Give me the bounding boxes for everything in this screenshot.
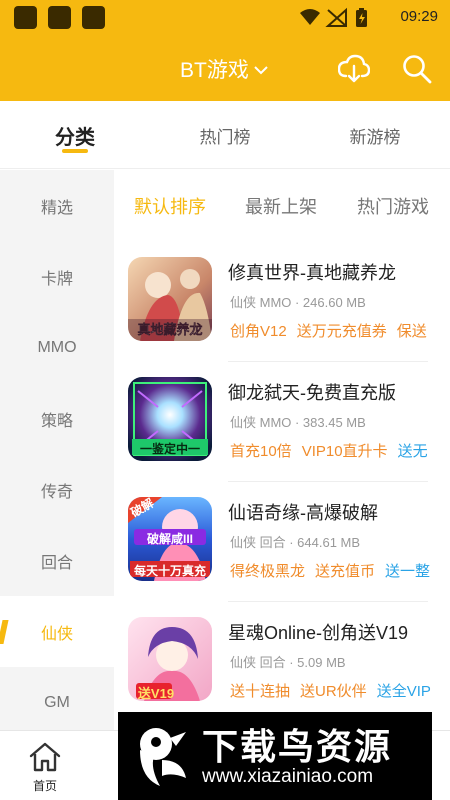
watermark-url: www.xiazainiao.com xyxy=(202,766,374,787)
sidebar-item-card[interactable]: 卡牌 xyxy=(0,241,114,312)
sidebar-item-mmo[interactable]: MMO xyxy=(0,312,114,383)
nav-home-label: 首页 xyxy=(32,779,57,793)
nav-home[interactable]: 首页 xyxy=(20,741,70,797)
game-row[interactable]: 破解 破解咸III 每天十万真充 仙语奇缘-高爆破解 仙侠 回合 · 644.6… xyxy=(114,482,450,602)
game-name[interactable]: 修真世界-真地藏养龙 xyxy=(228,259,396,285)
notification-square-icon xyxy=(14,6,37,29)
notification-square-icon xyxy=(48,6,71,29)
sidebar-item-turn-based[interactable]: 回合 xyxy=(0,525,114,596)
page-title: BT游戏 xyxy=(180,59,249,82)
game-list: 真地藏养龙 修真世界-真地藏养龙 仙侠 MMO · 246.60 MB 创角V1… xyxy=(114,242,450,732)
game-tag: 送十连抽 xyxy=(230,683,291,700)
search-icon[interactable] xyxy=(402,54,432,84)
tab-active-indicator xyxy=(62,149,88,153)
thumbnail-subcaption: 破解咸III xyxy=(146,532,193,546)
status-bar: 09:29 xyxy=(0,0,450,36)
game-tag: 送无 xyxy=(397,443,428,460)
game-meta: 仙侠 MMO · 383.45 MB xyxy=(230,415,366,430)
game-meta: 仙侠 回合 · 644.61 MB xyxy=(230,535,361,550)
game-thumbnail[interactable]: 真地藏养龙 xyxy=(128,257,212,341)
status-icons xyxy=(300,7,367,27)
game-name[interactable]: 仙语奇缘-高爆破解 xyxy=(228,499,378,525)
game-name[interactable]: 星魂Online-创角送V19 xyxy=(228,619,408,645)
home-icon xyxy=(29,742,61,772)
game-tag: VIP10直升卡 xyxy=(301,443,388,460)
battery-charging-icon xyxy=(356,8,367,27)
game-tag: 创角V12 xyxy=(230,323,287,340)
game-row[interactable]: 真地藏养龙 修真世界-真地藏养龙 仙侠 MMO · 246.60 MB 创角V1… xyxy=(114,242,450,362)
category-sidebar: 精选 卡牌 MMO 策略 传奇 回合 仙侠 GM xyxy=(0,170,114,730)
tab-new-ranking[interactable]: 新游榜 xyxy=(335,101,415,169)
sidebar-active-marker xyxy=(0,620,9,644)
sort-default[interactable]: 默认排序 xyxy=(134,170,206,242)
cloud-download-icon[interactable] xyxy=(338,54,370,84)
game-meta: 仙侠 回合 · 5.09 MB xyxy=(230,655,346,670)
game-thumbnail[interactable]: 一鉴定中一 xyxy=(128,377,212,461)
game-row[interactable]: 一鉴定中一 御龙弑天-免费直充版 仙侠 MMO · 383.45 MB 首充10… xyxy=(114,362,450,482)
notification-square-icon xyxy=(82,6,105,29)
sidebar-item-label: 仙侠 xyxy=(40,625,73,643)
tab-category[interactable]: 分类 xyxy=(40,101,110,169)
game-tag: 送万元充值券 xyxy=(296,323,387,340)
game-thumbnail[interactable]: 破解 破解咸III 每天十万真充 xyxy=(128,497,212,581)
game-tag: 送全VIP xyxy=(376,683,431,700)
bird-logo-icon xyxy=(140,728,186,786)
app-header: 09:29 BT游戏 xyxy=(0,0,450,101)
watermark: 下载鸟资源 www.xiazainiao.com xyxy=(118,712,432,800)
game-tag: 首充10倍 xyxy=(230,443,292,460)
title-dropdown[interactable]: BT游戏 xyxy=(180,54,268,84)
game-tag: 保送 xyxy=(396,323,427,340)
sidebar-item-legend[interactable]: 传奇 xyxy=(0,454,114,525)
thumbnail-caption: 送V19 xyxy=(137,686,175,701)
sort-newest[interactable]: 最新上架 xyxy=(245,170,317,242)
status-time: 09:29 xyxy=(400,8,438,25)
sidebar-item-xianxia[interactable]: 仙侠 xyxy=(0,596,114,667)
game-tags: 创角V12 送万元充值券 保送 xyxy=(230,320,450,341)
chevron-down-icon xyxy=(254,66,268,75)
game-row[interactable]: 送V19 星魂Online-创角送V19 仙侠 回合 · 5.09 MB 送十连… xyxy=(114,602,450,722)
thumbnail-caption: 每天十万真充 xyxy=(133,564,206,578)
game-tag: 送充值币 xyxy=(315,563,376,580)
game-tag: 得终极黑龙 xyxy=(230,563,306,580)
sidebar-item-strategy[interactable]: 策略 xyxy=(0,383,114,454)
game-tag: 送一整 xyxy=(385,563,431,580)
category-tabs: 分类 热门榜 新游榜 xyxy=(0,101,450,169)
tab-hot-ranking[interactable]: 热门榜 xyxy=(185,101,265,169)
sidebar-item-gm[interactable]: GM xyxy=(0,667,114,738)
sidebar-item-featured[interactable]: 精选 xyxy=(0,170,114,241)
wifi-icon xyxy=(300,9,320,25)
no-signal-icon xyxy=(325,7,347,27)
game-name[interactable]: 御龙弑天-免费直充版 xyxy=(228,379,396,405)
game-tags: 得终极黑龙 送充值币 送一整 xyxy=(230,560,450,581)
game-meta: 仙侠 MMO · 246.60 MB xyxy=(230,295,366,310)
game-tags: 送十连抽 送UR伙伴 送全VIP xyxy=(230,680,450,701)
sort-bar: 默认排序 最新上架 热门游戏 xyxy=(114,170,450,242)
thumbnail-caption: 真地藏养龙 xyxy=(137,322,203,337)
watermark-title: 下载鸟资源 xyxy=(202,726,393,767)
game-tag: 送UR伙伴 xyxy=(300,683,367,700)
game-thumbnail[interactable]: 送V19 xyxy=(128,617,212,701)
thumbnail-caption: 一鉴定中一 xyxy=(139,442,200,456)
game-tags: 首充10倍 VIP10直升卡 送无 xyxy=(230,440,450,461)
sort-popular[interactable]: 热门游戏 xyxy=(357,170,429,242)
